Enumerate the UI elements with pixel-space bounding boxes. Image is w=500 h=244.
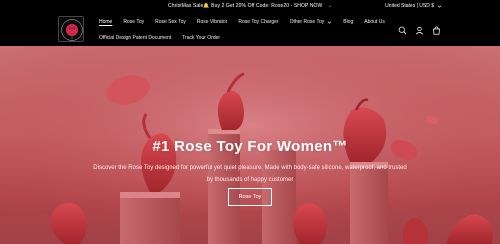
nav-other-rose-toy[interactable]: Other Rose Toy (290, 19, 333, 25)
hero-content: #1 Rose Toy For Women™ Discover the Rose… (0, 46, 500, 244)
chevron-down-icon (437, 5, 442, 8)
nav-about-us[interactable]: About Us (364, 19, 385, 25)
header-icons (398, 26, 441, 35)
nav-label: Home (99, 19, 113, 25)
nav-label: Track Your Order (182, 35, 221, 41)
nav-track-order[interactable]: Track Your Order (182, 35, 220, 41)
nav-label: Rose Sex Toy (155, 19, 186, 25)
secondary-nav: Official Design Patent Document Track Yo… (99, 35, 231, 41)
nav-label: About Us (364, 19, 385, 25)
announcement-text: ChristMas Sale🔔 Buy 2 Get 20% Off Code: … (168, 3, 323, 9)
nav-patent-document[interactable]: Official Design Patent Document (99, 35, 171, 41)
locale-selector[interactable]: United States | USD $ (385, 3, 442, 9)
nav-rose-toy[interactable]: Rose Toy (123, 19, 144, 25)
primary-nav: Home Rose Toy Rose Sex Toy Rose Vibrator… (99, 19, 396, 25)
account-icon[interactable] (415, 26, 424, 35)
nav-label: Rose Toy (123, 19, 145, 25)
nav-blog[interactable]: Blog (343, 19, 353, 25)
nav-rose-vibrator[interactable]: Rose Vibrator (197, 19, 227, 25)
site-logo[interactable] (58, 16, 84, 42)
nav-rose-sex-toy[interactable]: Rose Sex Toy (155, 19, 186, 25)
nav-rose-toy-charger[interactable]: Rose Toy Charger (238, 19, 278, 25)
rose-logo-icon (59, 17, 83, 41)
nav-label: Blog (343, 19, 354, 25)
announcement-bar: ChristMas Sale🔔 Buy 2 Get 20% Off Code: … (0, 0, 500, 14)
hero-banner: #1 Rose Toy For Women™ Discover the Rose… (0, 46, 500, 244)
hero-subtitle: Discover the Rose Toy designed for power… (93, 165, 407, 183)
nav-home[interactable]: Home (99, 19, 112, 25)
hero-cta-button[interactable]: Rose Toy (228, 188, 272, 206)
arrow-right-icon: → (326, 3, 332, 9)
hero-cta-label: Rose Toy (238, 194, 262, 200)
nav-label: Official Design Patent Document (99, 35, 172, 41)
nav-label: Rose Vibrator (196, 19, 228, 25)
hero-title: #1 Rose Toy For Women™ (152, 138, 348, 155)
nav-label: Rose Toy Charger (238, 19, 279, 25)
locale-label: United States | USD $ (385, 3, 434, 9)
chevron-down-icon (328, 21, 332, 24)
nav-label: Other Rose Toy (289, 19, 325, 25)
search-icon[interactable] (398, 26, 407, 35)
cart-icon[interactable] (432, 26, 441, 35)
